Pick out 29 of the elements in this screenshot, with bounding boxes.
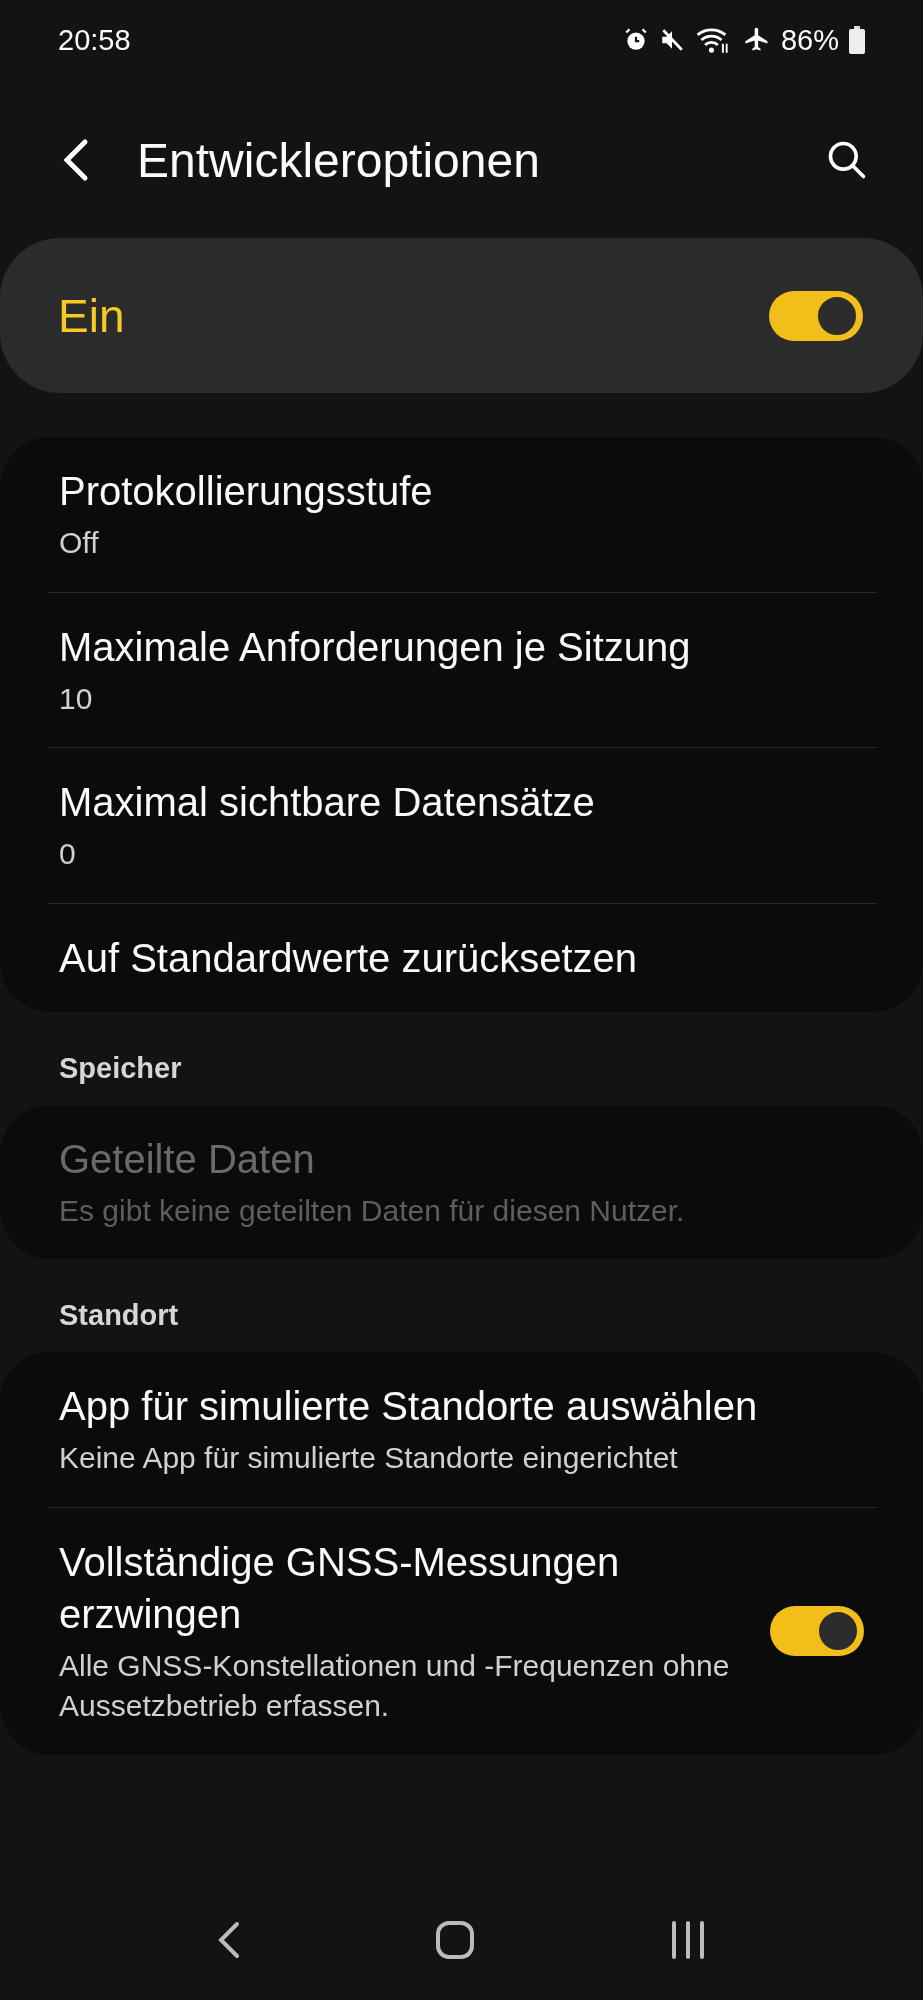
page-title: Entwickleroptionen	[137, 132, 541, 188]
item-summary: 0	[59, 836, 77, 872]
item-summary: Alle GNSS-Konstellationen und -Frequenzen ohne Aussetzbetrieb erfassen.	[59, 1647, 731, 1724]
settings-item[interactable]: Auf Standardwerte zurücksetzen	[47, 903, 876, 1012]
item-title: Maximal sichtbare Datensätze	[59, 779, 596, 826]
toggle-switch[interactable]	[770, 1606, 864, 1656]
item-summary: Keine App für simulierte Standorte eingerichtet	[59, 1440, 679, 1476]
item-summary: Es gibt keine geteilten Daten für diesen Nutzer.	[59, 1192, 686, 1229]
item-title: Protokollierungsstufe	[59, 468, 434, 515]
master-switch-label: Ein	[58, 288, 125, 343]
item-summary: Off	[59, 525, 100, 561]
settings-item[interactable]: Maximale Anforderungen je Sitzung 10	[47, 592, 876, 748]
item-title: Auf Standardwerte zurücksetzen	[59, 934, 639, 982]
item-title: App für simulierte Standorte auswählen	[59, 1383, 759, 1430]
section-header: Speicher	[58, 1050, 183, 1086]
item-title: Geteilte Daten	[59, 1135, 316, 1183]
battery-percent: 86%	[780, 23, 839, 57]
item-title: Vollständige GNSS-Messungen erzwingen	[59, 1538, 621, 1638]
battery-icon	[849, 26, 865, 54]
settings-item[interactable]: App für simulierte Standorte auswählen Keine App für simulierte Standorte eingerichtet	[47, 1352, 876, 1508]
status-time: 20:58	[58, 23, 131, 57]
toggle-switch[interactable]	[769, 290, 863, 341]
settings-item[interactable]: Protokollierungsstufe Off	[47, 437, 876, 593]
section-header: Standort	[58, 1298, 180, 1333]
airplane-icon	[742, 26, 771, 54]
settings-item[interactable]: Vollständige GNSS-Messungen erzwingen Alle GNSS-Konstellationen und -Frequenzen ohne Aussetzbetrieb erfassen.	[47, 1507, 876, 1755]
item-title: Maximale Anforderungen je Sitzung	[59, 623, 692, 671]
settings-item[interactable]: Maximal sichtbare Datensätze 0	[47, 748, 876, 904]
item-summary: 10	[59, 680, 94, 717]
